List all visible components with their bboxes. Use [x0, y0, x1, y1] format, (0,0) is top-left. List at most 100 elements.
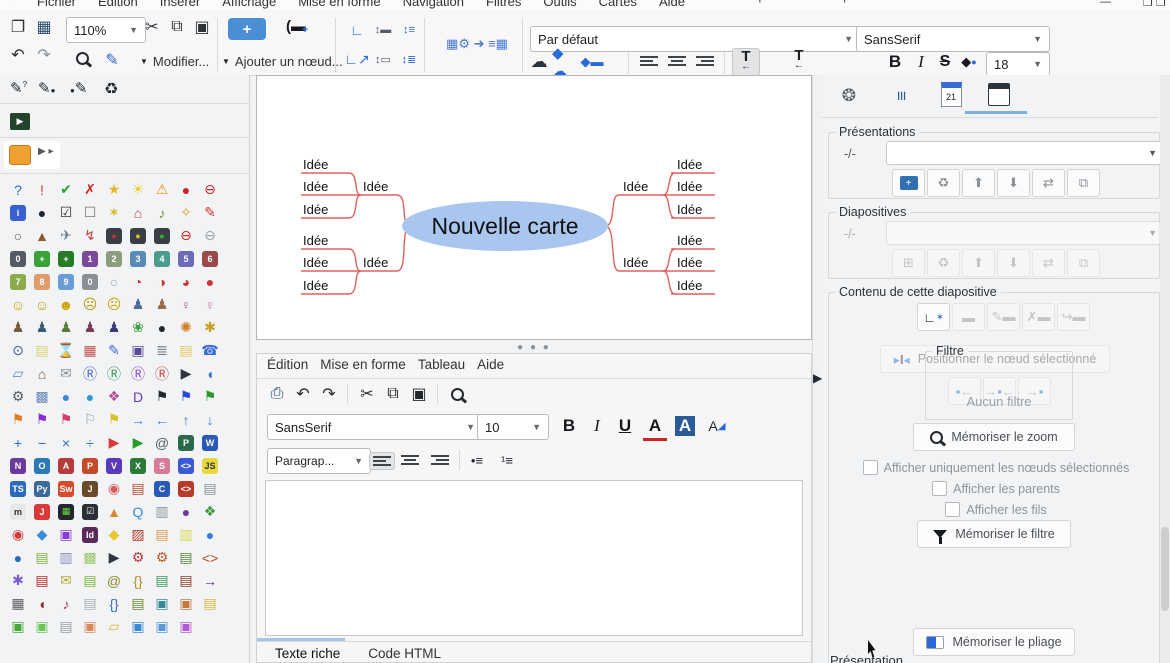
- palette-icon[interactable]: ▣: [78, 615, 102, 638]
- palette-icon[interactable]: ☹: [102, 293, 126, 316]
- palette-icon[interactable]: ▱: [102, 615, 126, 638]
- palette-icon[interactable]: ○: [6, 224, 30, 247]
- font-family-select[interactable]: SansSerif▼: [856, 26, 1050, 52]
- palette-icon[interactable]: ✎: [198, 201, 222, 224]
- palette-icon[interactable]: m: [6, 500, 30, 523]
- palette-icon[interactable]: ⚑: [54, 408, 78, 431]
- collapse-handle-icon[interactable]: ▶: [813, 371, 822, 385]
- zoom-content-button[interactable]: ∟✶: [917, 303, 950, 331]
- memorize-filter-button[interactable]: Mémoriser le filtre: [917, 520, 1071, 548]
- palette-icon[interactable]: 8: [30, 270, 54, 293]
- slide-down-button[interactable]: ⬇: [997, 249, 1030, 277]
- palette-icon[interactable]: ⌂: [126, 201, 150, 224]
- palette-icon[interactable]: ▤: [174, 569, 198, 592]
- palette-icon[interactable]: ←: [150, 408, 174, 431]
- add-slide-button[interactable]: ⊞: [892, 249, 925, 277]
- chart-levels-icon[interactable]: ∟: [344, 22, 370, 37]
- numbered-list-icon[interactable]: ¹≡: [495, 448, 519, 472]
- palette-icon[interactable]: TS: [6, 477, 30, 500]
- cut-icon[interactable]: ✂: [355, 382, 379, 406]
- cut-icon[interactable]: ✂: [140, 15, 164, 39]
- remove-first-icon-button[interactable]: ✎●: [38, 79, 55, 97]
- remove-all-icons-button[interactable]: ♻: [104, 79, 118, 99]
- cloud-add-icon[interactable]: ◆☁: [552, 50, 576, 74]
- slide-select[interactable]: ▼: [886, 221, 1164, 245]
- palette-icon[interactable]: ⊖: [198, 178, 222, 201]
- map-node[interactable]: Idée: [303, 233, 328, 248]
- checkbox-3[interactable]: [945, 502, 960, 517]
- palette-icon[interactable]: ↓: [198, 408, 222, 431]
- palette-icon[interactable]: ▤: [30, 569, 54, 592]
- palette-icon[interactable]: {}: [126, 569, 150, 592]
- palette-icon[interactable]: 0: [6, 247, 30, 270]
- palette-icon[interactable]: ♟: [78, 316, 102, 339]
- palette-icon[interactable]: →: [126, 408, 150, 431]
- palette-icon[interactable]: ⊖: [174, 224, 198, 247]
- search-icon[interactable]: [76, 52, 89, 65]
- palette-icon[interactable]: ▶: [102, 546, 126, 569]
- palette-icon[interactable]: ⚑: [150, 385, 174, 408]
- palette-icon[interactable]: ☀: [126, 178, 150, 201]
- palette-icon[interactable]: ♟: [102, 316, 126, 339]
- cloud-small-icon[interactable]: ◆▬: [580, 50, 604, 74]
- palette-icon[interactable]: ☎: [198, 339, 222, 362]
- paste-icon[interactable]: ▣: [190, 15, 214, 39]
- note-font-size-select[interactable]: 10▼: [477, 414, 549, 440]
- palette-icon[interactable]: Ⓡ: [150, 362, 174, 385]
- palette-icon[interactable]: Ⓡ: [78, 362, 102, 385]
- palette-icon[interactable]: A: [54, 454, 78, 477]
- palette-icon[interactable]: S: [150, 454, 174, 477]
- palette-icon[interactable]: ≣: [150, 339, 174, 362]
- palette-icon[interactable]: Ⓡ: [126, 362, 150, 385]
- palette-icon[interactable]: {}: [102, 592, 126, 615]
- palette-icon[interactable]: 6: [198, 247, 222, 270]
- map-node[interactable]: Idée: [303, 179, 328, 194]
- palette-icon[interactable]: ▩: [30, 385, 54, 408]
- palette-icon[interactable]: ✶: [102, 201, 126, 224]
- palette-icon[interactable]: ▲: [30, 224, 54, 247]
- link-content-button[interactable]: ↪▬: [1057, 303, 1090, 331]
- palette-icon[interactable]: ❖: [102, 385, 126, 408]
- align-center-icon[interactable]: [668, 56, 686, 66]
- copy-icon[interactable]: ⧉: [165, 15, 189, 39]
- tab-presentation-icon[interactable]: [982, 81, 1016, 107]
- palette-icon[interactable]: ▩: [78, 546, 102, 569]
- palette-icon[interactable]: ?: [6, 178, 30, 201]
- folder-group-icon[interactable]: [9, 145, 31, 165]
- menu-outils[interactable]: Outils: [543, 0, 576, 9]
- palette-icon[interactable]: ▱: [6, 362, 30, 385]
- palette-icon[interactable]: ▣: [150, 592, 174, 615]
- palette-icon[interactable]: ●: [126, 224, 150, 247]
- add-sibling-node-button[interactable]: (▬+: [286, 16, 308, 36]
- palette-icon[interactable]: ⚑: [102, 408, 126, 431]
- menu--dition[interactable]: Édition: [98, 0, 138, 9]
- palette-icon[interactable]: N: [6, 454, 30, 477]
- tab-node-stack-icon[interactable]: ≡: [888, 79, 914, 113]
- palette-icon[interactable]: 7: [6, 270, 30, 293]
- palette-icon[interactable]: ☻: [54, 293, 78, 316]
- palette-icon[interactable]: ○: [102, 270, 126, 293]
- vertical-spacing-icon[interactable]: ↕▬: [370, 22, 396, 37]
- movie-icon[interactable]: ▶: [10, 111, 30, 130]
- palette-icon[interactable]: ●: [150, 316, 174, 339]
- palette-icon[interactable]: ♀: [198, 293, 222, 316]
- palette-icon[interactable]: ⚠: [150, 178, 174, 201]
- palette-icon[interactable]: ▤: [54, 615, 78, 638]
- palette-icon[interactable]: 0: [78, 270, 102, 293]
- swap-button[interactable]: ⇄: [1032, 169, 1065, 197]
- slide-duplicate-button[interactable]: ⧉: [1067, 249, 1100, 277]
- palette-icon[interactable]: ◔: [126, 270, 150, 293]
- palette-icon[interactable]: ⚙: [126, 546, 150, 569]
- text-direction-rtl-icon[interactable]: T←: [786, 48, 812, 74]
- memorize-fold-button[interactable]: Mémoriser le pliage: [913, 628, 1075, 656]
- map-node[interactable]: Idée: [303, 157, 328, 172]
- palette-icon[interactable]: ✺: [174, 316, 198, 339]
- palette-icon[interactable]: Py: [30, 477, 54, 500]
- chart-levels-alt-icon[interactable]: ∟↗: [344, 52, 370, 67]
- move-down-button[interactable]: ⬇: [997, 169, 1030, 197]
- delete-presentation-button[interactable]: ♻: [927, 169, 960, 197]
- tab-format-palette-icon[interactable]: ❂: [832, 83, 866, 109]
- palette-icon[interactable]: ✗: [78, 178, 102, 201]
- palette-icon[interactable]: ♟: [54, 316, 78, 339]
- modify-icon-button[interactable]: ✎?: [10, 79, 27, 97]
